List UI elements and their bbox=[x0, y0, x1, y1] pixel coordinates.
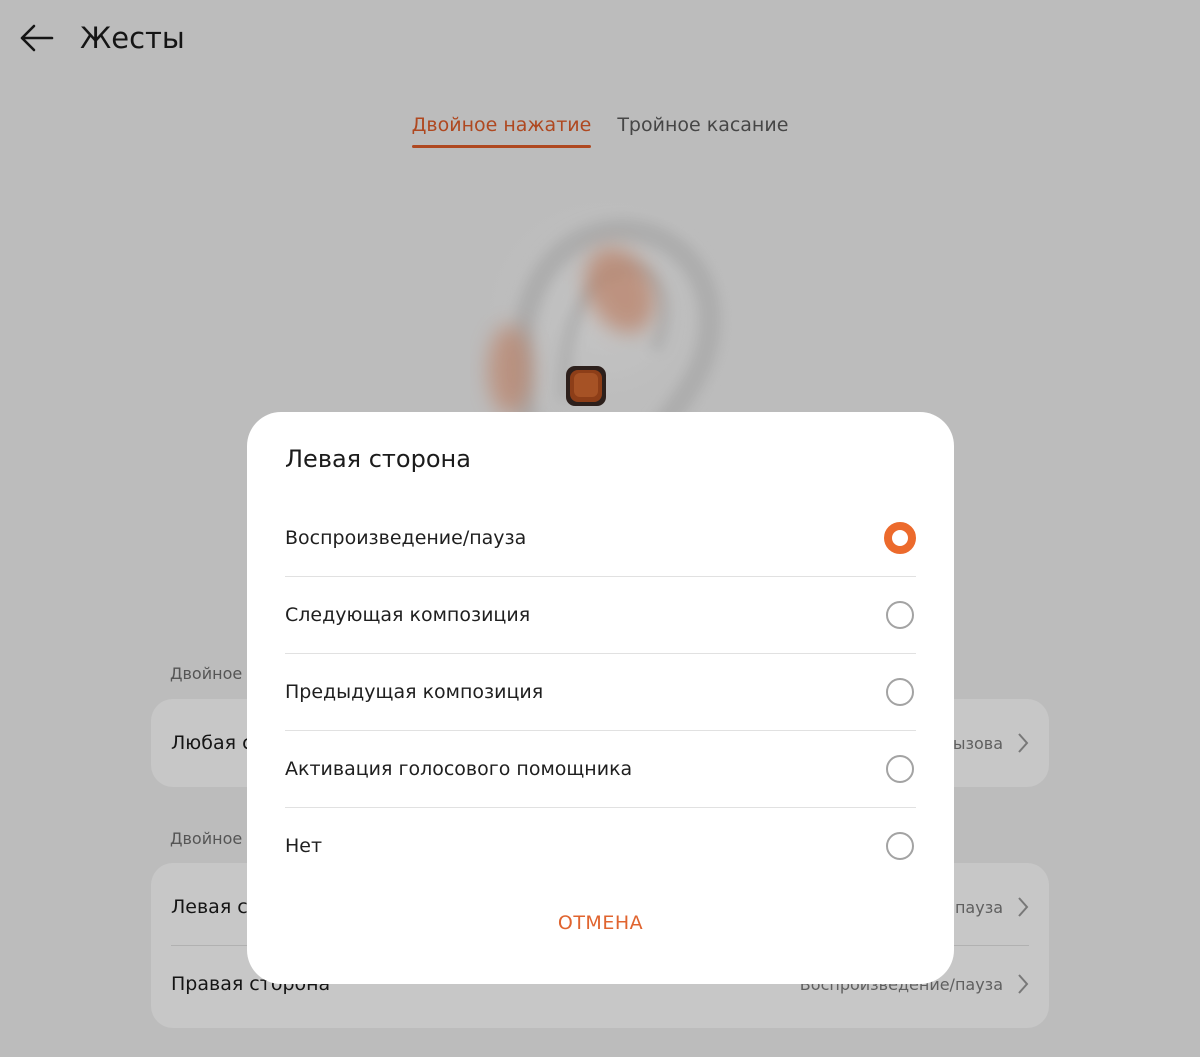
option-label: Предыдущая композиция bbox=[285, 681, 544, 703]
radio-unchecked-icon[interactable] bbox=[886, 601, 914, 629]
radio-checked-icon[interactable] bbox=[884, 522, 916, 554]
options-list: Воспроизведение/пауза Следующая композиц… bbox=[285, 500, 916, 884]
cancel-button[interactable]: ОТМЕНА bbox=[247, 912, 954, 934]
radio-unchecked-icon[interactable] bbox=[886, 678, 914, 706]
gestures-screen: Жесты Двойное нажатие Тройное касание Дв… bbox=[0, 0, 1200, 1057]
option-previous-track[interactable]: Предыдущая композиция bbox=[285, 653, 916, 730]
option-label: Воспроизведение/пауза bbox=[285, 527, 527, 549]
option-next-track[interactable]: Следующая композиция bbox=[285, 576, 916, 653]
radio-unchecked-icon[interactable] bbox=[886, 755, 914, 783]
dialog-title: Левая сторона bbox=[285, 445, 471, 473]
option-label: Следующая композиция bbox=[285, 604, 531, 626]
option-none[interactable]: Нет bbox=[285, 807, 916, 884]
option-label: Активация голосового помощника bbox=[285, 758, 633, 780]
radio-unchecked-icon[interactable] bbox=[886, 832, 914, 860]
left-side-dialog: Левая сторона Воспроизведение/пауза След… bbox=[247, 412, 954, 984]
option-play-pause[interactable]: Воспроизведение/пауза bbox=[285, 500, 916, 576]
option-voice-assistant[interactable]: Активация голосового помощника bbox=[285, 730, 916, 807]
option-label: Нет bbox=[285, 835, 323, 857]
